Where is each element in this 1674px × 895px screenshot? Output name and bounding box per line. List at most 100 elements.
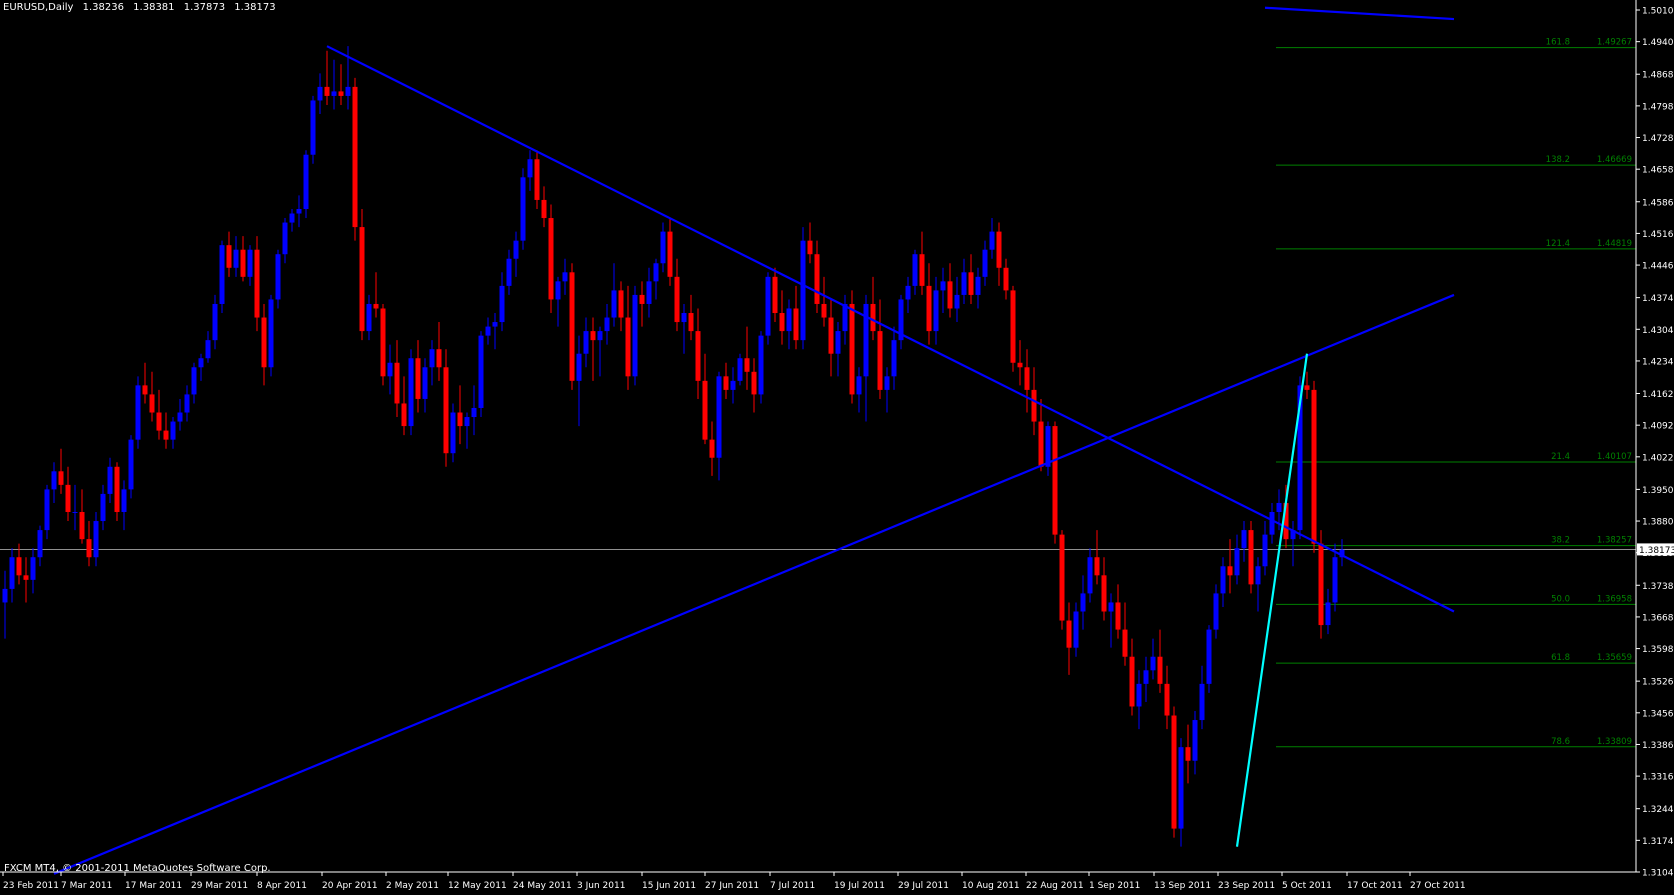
- y-tick-label: 1.33860: [1642, 741, 1674, 751]
- fibo-levels: 161.8 1.49267 138.2 1.46669 121.4 1.44819 21.4…: [0, 38, 1636, 748]
- trendlines[interactable]: [53, 6, 1455, 875]
- candle-body: [625, 317, 631, 377]
- candle-body: [674, 276, 680, 323]
- candle-body: [240, 249, 246, 277]
- candle-body: [184, 394, 190, 413]
- candle-body: [163, 430, 169, 440]
- fibo-price-label: 1.40107: [1597, 452, 1632, 462]
- candle-body: [233, 249, 239, 268]
- candle-body: [44, 489, 50, 531]
- candle-body: [1325, 602, 1331, 626]
- candle-body: [590, 331, 596, 341]
- y-tick-label: 1.31040: [1642, 869, 1674, 879]
- candle-body: [415, 358, 421, 399]
- candle-body: [632, 294, 638, 377]
- candle-body: [793, 308, 799, 341]
- x-tick-label: 15 Jun 2011: [642, 881, 696, 891]
- y-tick-label: 1.34560: [1642, 709, 1674, 719]
- candle-body: [86, 539, 92, 558]
- x-tick-label: 1 Sep 2011: [1089, 881, 1140, 891]
- candle-body: [170, 421, 176, 440]
- candle-body: [1304, 385, 1310, 390]
- candle-body: [1031, 389, 1037, 422]
- candle-body: [422, 367, 428, 399]
- candle-body: [877, 331, 883, 390]
- trendline-top: [1264, 6, 1455, 21]
- candle-body: [933, 290, 939, 332]
- candle-body: [107, 466, 113, 494]
- candle-body: [716, 376, 722, 458]
- candle-body: [1143, 670, 1149, 684]
- candle-body: [555, 281, 561, 300]
- candle-body: [954, 294, 960, 309]
- candle-body: [1164, 683, 1170, 716]
- candle-body: [1136, 683, 1142, 707]
- candle-body: [156, 412, 162, 431]
- candle-body: [1017, 362, 1023, 368]
- candle-body: [849, 303, 855, 395]
- y-tick-label: 1.43740: [1642, 294, 1674, 304]
- candle-body: [730, 380, 736, 390]
- axes: 1.50100 1.49400 1.48680 1.47980 1.47280 1.465…: [0, 0, 1674, 891]
- y-tick-label: 1.48680: [1642, 71, 1674, 81]
- candle-body: [37, 530, 43, 558]
- price-chart[interactable]: 161.8 1.49267 138.2 1.46669 121.4 1.44819 21.4…: [0, 0, 1674, 895]
- fibo-price-label: 1.49267: [1597, 38, 1632, 48]
- candle-body: [1010, 290, 1016, 363]
- candle-body: [338, 91, 344, 96]
- candle-body: [968, 272, 974, 295]
- candle-body: [926, 285, 932, 332]
- candle-body: [72, 512, 78, 514]
- candle-body: [709, 439, 715, 458]
- candle-body: [835, 331, 841, 354]
- candle-body: [1108, 602, 1114, 612]
- candle-body: [51, 471, 57, 490]
- x-tick-label: 27 Jun 2011: [705, 881, 759, 891]
- candle-body: [359, 227, 365, 332]
- fibo-ratio-label: 78.6: [1551, 737, 1570, 747]
- candle-body: [1052, 426, 1058, 535]
- candle-body: [940, 281, 946, 291]
- y-tick-label: 1.43040: [1642, 326, 1674, 336]
- candle-body: [149, 394, 155, 413]
- x-tick-label: 12 May 2011: [448, 881, 507, 891]
- candle-body: [289, 213, 295, 223]
- fibo-price-label: 1.36958: [1597, 594, 1632, 604]
- candle-body: [758, 335, 764, 395]
- candle-body: [457, 412, 463, 427]
- candle-body: [1115, 602, 1121, 630]
- candle-body: [436, 349, 442, 368]
- candle-body: [366, 303, 372, 332]
- candle-body: [779, 313, 785, 332]
- candle-body: [1227, 566, 1233, 576]
- candle-body: [800, 240, 806, 341]
- candle-body: [520, 177, 526, 241]
- candle-body: [541, 199, 547, 219]
- candle-body: [814, 254, 820, 304]
- candle-body: [772, 276, 778, 314]
- candle-body: [1066, 620, 1072, 648]
- candle-body: [198, 358, 204, 368]
- y-tick-label: 1.35980: [1642, 645, 1674, 655]
- candle-body: [597, 331, 603, 341]
- candle-body: [380, 308, 386, 377]
- candle-body: [93, 521, 99, 558]
- candle-body: [765, 276, 771, 336]
- x-tick-label: 10 Aug 2011: [962, 881, 1020, 891]
- candle-body: [660, 231, 666, 264]
- candle-body: [947, 281, 953, 309]
- candle-body: [485, 326, 491, 336]
- candle-body: [345, 86, 351, 96]
- candle-body: [688, 313, 694, 332]
- candle-body: [905, 285, 911, 300]
- candle-body: [121, 489, 127, 513]
- candle-body: [989, 231, 995, 250]
- candle-body: [562, 272, 568, 282]
- candle-body: [786, 308, 792, 332]
- candle-body: [1157, 656, 1163, 684]
- fibo-ratio-label: 121.4: [1546, 239, 1570, 249]
- x-tick-label: 29 Mar 2011: [191, 881, 248, 891]
- candle-body: [401, 403, 407, 427]
- candle-body: [695, 331, 701, 381]
- candle-body: [667, 231, 673, 277]
